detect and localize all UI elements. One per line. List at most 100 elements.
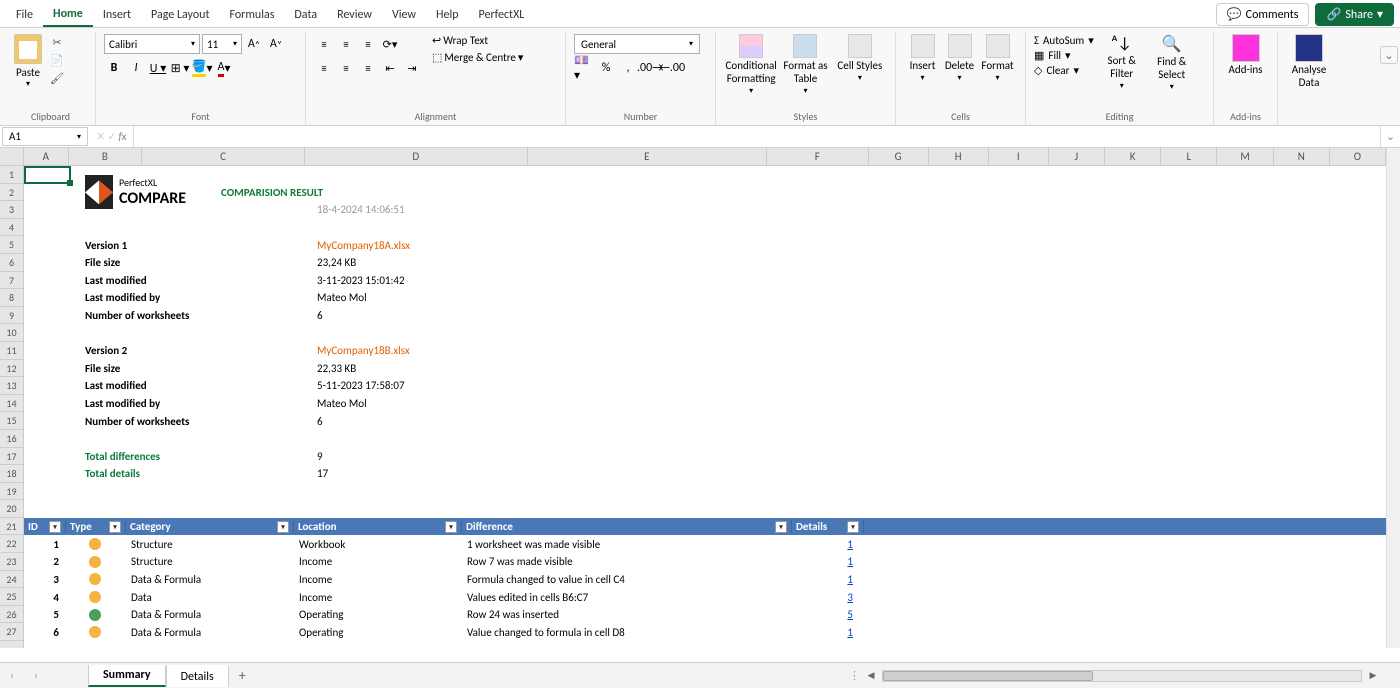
tab-review[interactable]: Review xyxy=(327,4,382,26)
merge-center-button[interactable]: ⬚ Merge & Centre ▾ xyxy=(432,51,523,64)
filter-loc-button[interactable]: ▾ xyxy=(445,521,457,533)
cell-details-link[interactable]: 1 xyxy=(791,555,859,568)
paste-button[interactable]: Paste ▾ xyxy=(14,34,42,89)
row-header-27[interactable]: 27 xyxy=(0,623,23,641)
conditional-formatting-button[interactable]: Conditional Formatting▾ xyxy=(724,34,778,96)
row-header-5[interactable]: 5 xyxy=(0,236,23,254)
collapse-ribbon-button[interactable]: ⌄ xyxy=(1380,46,1398,64)
name-box[interactable]: A1▾ xyxy=(2,127,88,146)
autosum-button[interactable]: Σ AutoSum ▾ xyxy=(1034,34,1094,47)
col-header-M[interactable]: M xyxy=(1217,148,1273,165)
table-row[interactable]: 5Data & FormulaOperatingRow 24 was inser… xyxy=(27,606,1386,624)
row-header-19[interactable]: 19 xyxy=(0,483,23,501)
row-header-13[interactable]: 13 xyxy=(0,377,23,395)
cell-details-link[interactable]: 1 xyxy=(791,626,859,639)
align-right-button[interactable]: ≡ xyxy=(358,58,378,78)
tab-perfectxl[interactable]: PerfectXL xyxy=(469,4,535,26)
row-header-17[interactable]: 17 xyxy=(0,448,23,466)
row-header-20[interactable]: 20 xyxy=(0,500,23,518)
decrease-decimal-button[interactable]: ←.00 xyxy=(662,58,682,78)
row-header-21[interactable]: 21 xyxy=(0,518,23,536)
row-header-10[interactable]: 10 xyxy=(0,324,23,342)
col-header-K[interactable]: K xyxy=(1105,148,1161,165)
share-button[interactable]: 🔗 Share ▾ xyxy=(1315,3,1394,26)
row-header-2[interactable]: 2 xyxy=(0,184,23,202)
row-header-6[interactable]: 6 xyxy=(0,254,23,272)
indent-increase-button[interactable]: ⇥ xyxy=(402,58,422,78)
align-middle-button[interactable]: ≡ xyxy=(336,34,356,54)
row-header-14[interactable]: 14 xyxy=(0,395,23,413)
row-header-7[interactable]: 7 xyxy=(0,272,23,290)
tab-file[interactable]: File xyxy=(6,4,43,26)
comments-button[interactable]: 💬 Comments xyxy=(1216,3,1310,26)
cell-details-link[interactable]: 1 xyxy=(791,538,859,551)
tab-help[interactable]: Help xyxy=(426,4,469,26)
align-left-button[interactable]: ≡ xyxy=(314,58,334,78)
col-header-F[interactable]: F xyxy=(767,148,869,165)
cell-details-link[interactable]: 1 xyxy=(791,573,859,586)
underline-button[interactable]: U ▾ xyxy=(148,58,168,78)
row-header-1[interactable]: 1 xyxy=(0,166,23,184)
col-header-E[interactable]: E xyxy=(528,148,767,165)
font-color-button[interactable]: A▾ xyxy=(214,58,234,78)
bold-button[interactable]: B xyxy=(104,58,124,78)
fx-icon[interactable]: fx xyxy=(118,130,126,143)
row-headers[interactable]: 1234567891011121314151617181920212223242… xyxy=(0,166,24,648)
decrease-font-button[interactable]: A˅ xyxy=(266,34,286,54)
tab-view[interactable]: View xyxy=(382,4,426,26)
vertical-scrollbar[interactable] xyxy=(1386,148,1400,648)
tab-home[interactable]: Home xyxy=(43,3,93,27)
row-header-23[interactable]: 23 xyxy=(0,553,23,571)
sheet-nav-prev[interactable]: ‹ xyxy=(0,669,24,683)
row-header-26[interactable]: 26 xyxy=(0,606,23,624)
tab-data[interactable]: Data xyxy=(284,4,327,26)
table-row[interactable]: 6Data & FormulaOperatingValue changed to… xyxy=(27,623,1386,641)
table-row[interactable]: 2StructureIncomeRow 7 was made visible1 xyxy=(27,553,1386,571)
col-header-N[interactable]: N xyxy=(1274,148,1330,165)
orientation-button[interactable]: ⟳▾ xyxy=(380,34,400,54)
table-row[interactable]: 4DataIncomeValues edited in cells B6:C73 xyxy=(27,588,1386,606)
row-header-22[interactable]: 22 xyxy=(0,535,23,553)
cut-button[interactable]: ✂ xyxy=(48,34,66,50)
select-all-corner[interactable] xyxy=(0,148,24,166)
tab-page-layout[interactable]: Page Layout xyxy=(141,4,219,26)
sheet-tab-details[interactable]: Details xyxy=(166,665,229,687)
analyse-data-button[interactable]: Analyse Data xyxy=(1286,34,1332,89)
col-header-B[interactable]: B xyxy=(69,148,143,165)
comma-button[interactable]: , xyxy=(618,58,638,78)
row-header-8[interactable]: 8 xyxy=(0,289,23,307)
formula-bar[interactable] xyxy=(133,126,1380,147)
cell-details-link[interactable]: 5 xyxy=(791,608,859,621)
filter-type-button[interactable]: ▾ xyxy=(109,521,121,533)
percent-button[interactable]: % xyxy=(596,58,616,78)
filter-det-button[interactable]: ▾ xyxy=(847,521,859,533)
find-select-button[interactable]: 🔍Find & Select▾ xyxy=(1150,34,1194,92)
border-button[interactable]: ⊞ ▾ xyxy=(170,58,190,78)
cancel-formula-icon[interactable]: ✕ xyxy=(96,130,105,143)
col-header-D[interactable]: D xyxy=(305,148,528,165)
number-format-select[interactable]: General▾ xyxy=(574,34,700,54)
col-header-G[interactable]: G xyxy=(869,148,929,165)
format-as-table-button[interactable]: Format as Table▾ xyxy=(778,34,832,96)
fill-button[interactable]: ▦ Fill ▾ xyxy=(1034,49,1094,62)
row-header-9[interactable]: 9 xyxy=(0,307,23,325)
enter-formula-icon[interactable]: ✓ xyxy=(107,130,116,143)
col-header-L[interactable]: L xyxy=(1161,148,1217,165)
format-painter-button[interactable]: 🖌 xyxy=(48,70,66,86)
indent-decrease-button[interactable]: ⇤ xyxy=(380,58,400,78)
wrap-text-button[interactable]: ↩ Wrap Text xyxy=(432,34,523,47)
col-header-A[interactable]: A xyxy=(24,148,69,165)
row-header-16[interactable]: 16 xyxy=(0,430,23,448)
add-sheet-button[interactable]: + xyxy=(229,667,256,684)
align-bottom-button[interactable]: ≡ xyxy=(358,34,378,54)
addins-button[interactable]: Add-ins xyxy=(1222,34,1269,76)
font-name-select[interactable]: Calibri▾ xyxy=(104,34,200,54)
format-cells-button[interactable]: Format▾ xyxy=(978,34,1017,83)
filter-cat-button[interactable]: ▾ xyxy=(277,521,289,533)
table-row[interactable]: 1StructureWorkbook1 worksheet was made v… xyxy=(27,535,1386,553)
row-header-12[interactable]: 12 xyxy=(0,360,23,378)
row-header-4[interactable]: 4 xyxy=(0,219,23,237)
column-headers[interactable]: ABCDEFGHIJKLMNO xyxy=(24,148,1386,166)
sheet-tab-summary[interactable]: Summary xyxy=(88,665,166,687)
col-header-J[interactable]: J xyxy=(1049,148,1105,165)
